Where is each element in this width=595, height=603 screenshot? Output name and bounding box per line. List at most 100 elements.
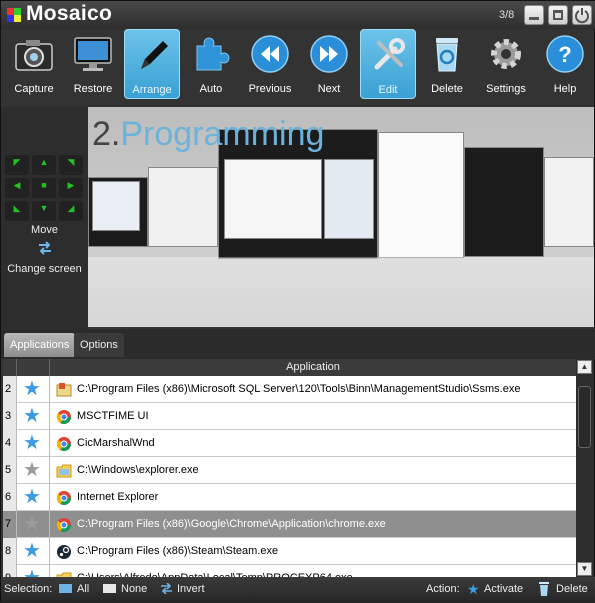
preview-title: 2.Programming	[92, 115, 324, 154]
screen-number: 2.	[92, 115, 121, 153]
capture-button[interactable]: Capture	[6, 29, 62, 99]
move-down-button[interactable]: ▼	[32, 201, 56, 221]
bottom-bar: Selection: All None Invert Action: ★ Act…	[1, 577, 595, 603]
next-button[interactable]: Next	[301, 29, 357, 99]
select-all-button[interactable]: All	[57, 577, 93, 603]
star-toggle[interactable]: ★	[17, 484, 50, 511]
row-number: 5	[3, 457, 17, 484]
arrow-left-icon: ◀	[13, 180, 21, 190]
preview-window-right	[464, 147, 544, 257]
previous-button[interactable]: Previous	[242, 29, 298, 99]
move-center-button[interactable]: ■	[32, 178, 56, 198]
recycle-bin-small-icon	[539, 582, 549, 596]
help-label: Help	[553, 83, 577, 95]
bottom-delete-button[interactable]: Delete	[536, 577, 592, 603]
move-up-button[interactable]: ▲	[32, 155, 56, 175]
move-up-left-button[interactable]: ◤	[5, 155, 29, 175]
arrow-right-icon: ▶	[67, 180, 75, 190]
invert-selection-button[interactable]: Invert	[158, 577, 210, 603]
application-path: C:\Windows\explorer.exe	[77, 464, 199, 476]
arrange-button[interactable]: Arrange	[124, 29, 180, 99]
row-number: 4	[3, 430, 17, 457]
star-icon: ★	[23, 486, 41, 508]
star-toggle[interactable]: ★	[17, 457, 50, 484]
preview-window-left2	[148, 167, 218, 247]
star-icon: ★	[23, 566, 41, 577]
settings-label: Settings	[486, 83, 526, 95]
move-left-button[interactable]: ◀	[5, 178, 29, 198]
star-toggle[interactable]: ★	[17, 403, 50, 430]
change-screen-button[interactable]: Change screen	[1, 241, 88, 277]
minimize-button[interactable]	[524, 5, 544, 25]
restore-button[interactable]: Restore	[65, 29, 121, 99]
star-toggle[interactable]: ★	[17, 538, 50, 565]
table-row[interactable]: 9 ★ C:\Users\Alfredo\AppData\Local\Temp\PR…	[3, 565, 576, 577]
gear-icon	[491, 39, 521, 69]
preview-window-left-content	[92, 181, 140, 231]
action-label: Action:	[426, 583, 460, 595]
steam-icon	[57, 545, 71, 559]
move-down-right-button[interactable]: ◢	[59, 201, 83, 221]
select-all-icon	[59, 584, 72, 593]
table-row[interactable]: 6 ★ Internet Explorer	[3, 484, 576, 511]
star-toggle[interactable]: ★	[17, 376, 50, 403]
delete-label: Delete	[431, 83, 463, 95]
table-row[interactable]: 2 ★ C:\Program Files (x86)\Microsoft SQL S…	[3, 376, 576, 403]
move-up-right-button[interactable]: ◥	[59, 155, 83, 175]
star-icon: ★	[23, 459, 41, 481]
move-panel: ◤ ▲ ◥ ◀ ■ ▶ ◣ ▼ ◢ Move Change screen	[1, 107, 88, 329]
application-path: Internet Explorer	[77, 491, 159, 503]
recycle-bin-icon	[436, 38, 458, 72]
table-row[interactable]: 3 ★ MSCTFIME UI	[3, 403, 576, 430]
application-path: CicMarshalWnd	[77, 437, 155, 449]
arrow-down-left-icon: ◣	[13, 203, 21, 213]
move-down-left-button[interactable]: ◣	[5, 201, 29, 221]
star-header[interactable]	[17, 359, 50, 376]
scroll-thumb[interactable]	[578, 386, 591, 448]
tab-applications[interactable]: Applications	[4, 333, 76, 357]
tab-options[interactable]: Options	[74, 333, 124, 357]
settings-button[interactable]: Settings	[478, 29, 534, 99]
move-right-button[interactable]: ▶	[59, 178, 83, 198]
table-scrollbar[interactable]: ▲ ▼	[576, 359, 593, 577]
app-title: Mosaico	[26, 2, 113, 25]
edit-button[interactable]: Edit	[360, 29, 416, 99]
mosaico-window: Mosaico 3/8 Capture Restore Arrange Auto…	[0, 0, 595, 603]
chrome-icon	[56, 518, 71, 532]
preview-reflection	[88, 257, 594, 327]
star-toggle[interactable]: ★	[17, 565, 50, 577]
table-row[interactable]: 5 ★ C:\Windows\explorer.exe	[3, 457, 576, 484]
select-none-button[interactable]: None	[101, 577, 151, 603]
table-row[interactable]: 7 ★ C:\Program Files (x86)\Google\Chrome\A…	[3, 511, 576, 538]
help-button[interactable]: ? Help	[537, 29, 593, 99]
application-path: C:\Program Files (x86)\Steam\Steam.exe	[77, 545, 279, 557]
star-icon: ★	[467, 581, 480, 597]
select-none-label: None	[121, 583, 148, 595]
arrow-down-icon: ▼	[39, 203, 49, 213]
scroll-down-icon: ▼	[580, 564, 589, 573]
row-number: 8	[3, 538, 17, 565]
delete-button[interactable]: Delete	[419, 29, 475, 99]
chrome-icon	[56, 437, 71, 451]
table-row[interactable]: 4 ★ CicMarshalWnd	[3, 430, 576, 457]
table-row[interactable]: 8 ★ C:\Program Files (x86)\Steam\Steam.exe	[3, 538, 576, 565]
maximize-button[interactable]	[548, 5, 568, 25]
star-toggle[interactable]: ★	[17, 430, 50, 457]
power-button[interactable]	[572, 5, 592, 25]
invert-icon	[161, 583, 172, 594]
scroll-up-button[interactable]: ▲	[577, 360, 592, 374]
row-number: 2	[3, 376, 17, 403]
arrow-down-right-icon: ◢	[67, 203, 75, 213]
preview-window-far-right	[544, 157, 594, 247]
star-toggle[interactable]: ★	[17, 511, 50, 538]
scroll-down-button[interactable]: ▼	[577, 562, 592, 576]
auto-label: Auto	[199, 83, 223, 95]
row-number-header	[3, 359, 17, 376]
preview-window-center-ide	[224, 159, 322, 239]
selection-label: Selection:	[4, 583, 53, 595]
application-column-header[interactable]: Application	[50, 359, 576, 376]
auto-button[interactable]: Auto	[183, 29, 239, 99]
tools-icon	[374, 38, 405, 70]
application-path: C:\Users\Alfredo\AppData\Local\Temp\PROC…	[77, 565, 353, 577]
activate-button[interactable]: ★ Activate	[465, 577, 527, 603]
